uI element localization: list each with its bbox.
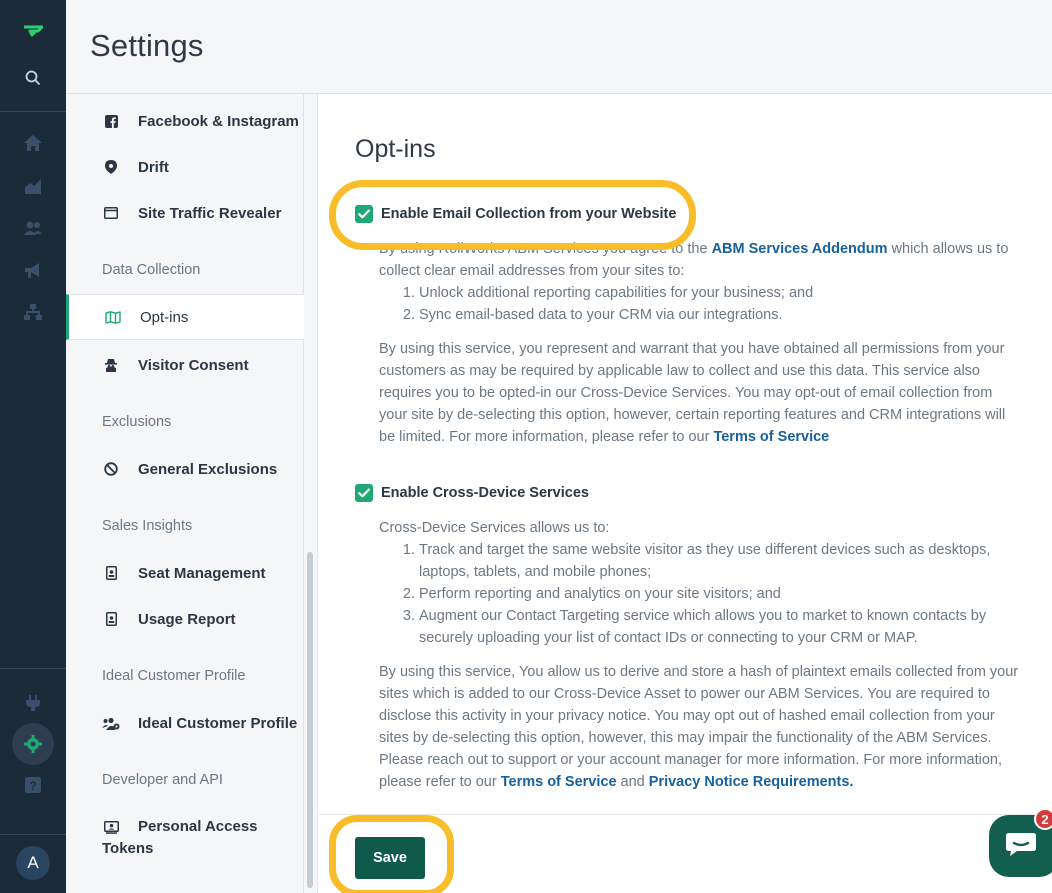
terms-of-service-link[interactable]: Terms of Service (713, 429, 829, 445)
section-label-data-collection: Data Collection (102, 262, 201, 278)
megaphone-icon[interactable] (21, 259, 45, 283)
drift-icon (102, 158, 120, 176)
chat-bubble-icon (1005, 831, 1037, 862)
ban-icon (102, 460, 120, 478)
incognito-icon (102, 356, 120, 374)
cross-device-checkbox-row[interactable]: Enable Cross-Device Services (355, 484, 589, 502)
browser-window-icon (102, 204, 120, 222)
abm-services-addendum-link[interactable]: ABM Services Addendum (712, 241, 888, 257)
id-badge-icon (102, 564, 120, 582)
sidebar-item-opt-ins[interactable]: Opt-ins (66, 294, 304, 340)
sidebar-item-personal-access-tokens[interactable]: Personal Access Tokens (66, 816, 304, 866)
sidebar-item-label: Ideal Customer Profile (138, 714, 298, 732)
sidebar-item-visitor-consent[interactable]: Visitor Consent (66, 342, 304, 388)
list-item: Perform reporting and analytics on your … (419, 583, 1024, 605)
section-label-exclusions: Exclusions (102, 414, 172, 430)
cross-device-description: Cross-Device Services allows us to: Trac… (379, 517, 1024, 793)
terms-of-service-link[interactable]: Terms of Service (501, 774, 617, 790)
section-label-ideal-customer-profile: Ideal Customer Profile (102, 668, 246, 684)
avatar[interactable]: A (16, 846, 50, 880)
sidebar-item-usage-report[interactable]: Usage Report (66, 596, 304, 642)
email-terms-text: By using this service, you represent and… (379, 341, 1006, 445)
section-title: Opt-ins (355, 135, 436, 163)
map-icon (104, 308, 122, 326)
list-item: Augment our Contact Targeting service wh… (419, 605, 1024, 649)
cross-device-intro: Cross-Device Services allows us to: (379, 520, 610, 536)
cross-device-checkbox[interactable] (355, 484, 373, 502)
save-button[interactable]: Save (355, 837, 425, 879)
facebook-icon (102, 112, 120, 130)
users-icon[interactable] (21, 216, 45, 240)
list-item: Unlock additional reporting capabilities… (419, 282, 1024, 304)
sidebar-item-seat-management[interactable]: Seat Management (66, 550, 304, 596)
email-collection-description: By using RollWorks ABM Services you agre… (379, 238, 1024, 448)
plug-icon[interactable] (21, 691, 45, 715)
org-chart-icon[interactable] (21, 300, 45, 324)
sidebar-item-facebook-instagram[interactable]: Facebook & Instagram (66, 98, 304, 144)
app-rail: ? A (0, 0, 66, 893)
highlight-ring-email-option (329, 180, 696, 250)
settings-nav-button[interactable] (12, 723, 54, 765)
sidebar-item-label: Drift (138, 158, 169, 176)
id-card-icon (102, 818, 120, 836)
users-cog-icon (102, 714, 120, 732)
sidebar-item-label: Facebook & Instagram (138, 112, 299, 130)
email-benefits-list: Unlock additional reporting capabilities… (404, 282, 1024, 326)
cross-device-label: Enable Cross-Device Services (381, 485, 589, 501)
list-item: Sync email-based data to your CRM via ou… (419, 304, 1024, 326)
gear-icon (24, 735, 42, 753)
sidebar-item-ideal-customer-profile[interactable]: Ideal Customer Profile (66, 700, 304, 746)
page-header: Settings (66, 0, 1052, 94)
brand-logo-icon[interactable] (21, 20, 45, 44)
settings-nav: Facebook & Instagram Drift Site Traffic … (66, 94, 304, 893)
sidebar-item-general-exclusions[interactable]: General Exclusions (66, 446, 304, 492)
conjunction-text: and (616, 774, 649, 790)
sidebar-item-label: Seat Management (138, 564, 266, 582)
sidebar-item-label: Site Traffic Revealer (138, 204, 282, 222)
sidebar-scrollbar[interactable] (307, 552, 313, 888)
cross-device-terms-text: By using this service, You allow us to d… (379, 664, 1019, 790)
sidebar-item-label: Usage Report (138, 610, 236, 628)
sidebar-item-label: General Exclusions (138, 460, 278, 478)
sidebar-item-label: Opt-ins (140, 308, 189, 326)
help-icon[interactable]: ? (21, 773, 45, 797)
sidebar-item-site-traffic-revealer[interactable]: Site Traffic Revealer (66, 190, 304, 236)
list-item: Track and target the same website visito… (419, 539, 1024, 583)
section-label-developer-api: Developer and API (102, 772, 223, 788)
home-icon[interactable] (21, 131, 45, 155)
sidebar-item-label-line2: Tokens (102, 840, 154, 857)
id-badge-icon (102, 610, 120, 628)
search-icon[interactable] (21, 66, 45, 90)
cross-device-benefits-list: Track and target the same website visito… (404, 539, 1024, 649)
cross-device-option: Enable Cross-Device Services (355, 484, 589, 502)
privacy-notice-requirements-link[interactable]: Privacy Notice Requirements. (649, 774, 854, 790)
sidebar-item-label: Personal Access (138, 818, 258, 835)
section-label-sales-insights: Sales Insights (102, 518, 193, 534)
sidebar-item-drift[interactable]: Drift (66, 144, 304, 190)
svg-text:?: ? (29, 779, 36, 793)
chat-notification-badge: 2 (1034, 808, 1052, 830)
page-title: Settings (90, 28, 204, 63)
chart-icon[interactable] (21, 174, 45, 198)
settings-sidebar: Facebook & Instagram Drift Site Traffic … (66, 94, 318, 893)
sidebar-item-label: Visitor Consent (138, 356, 249, 374)
